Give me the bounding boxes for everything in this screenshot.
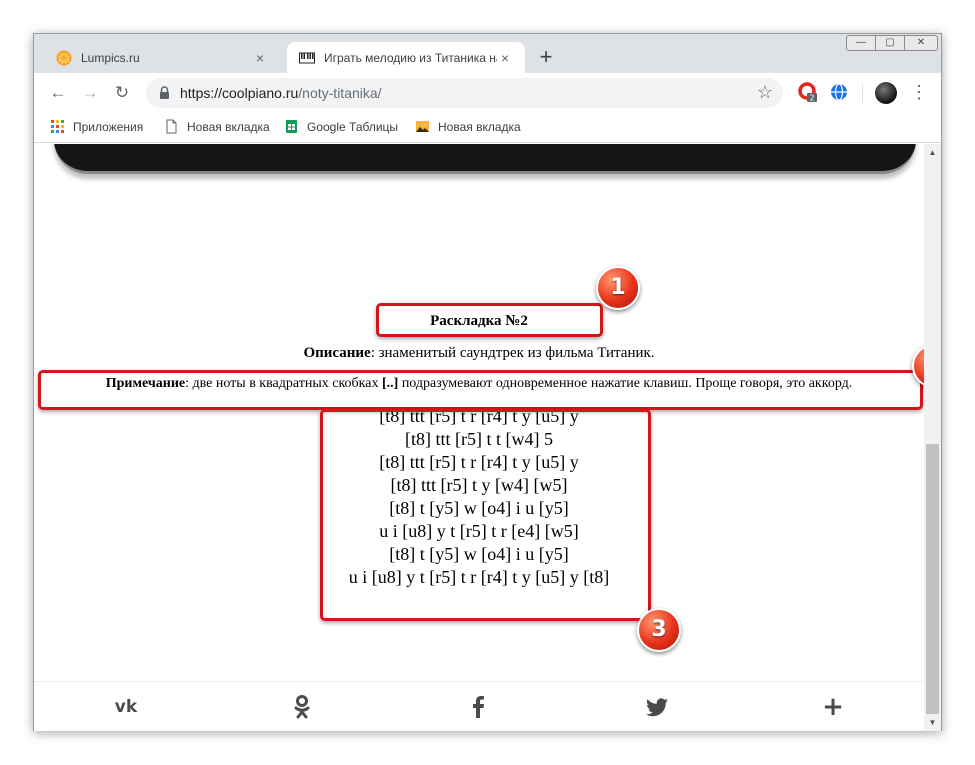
- sheets-icon: [286, 120, 297, 133]
- description-text: : знаменитый саундтрек из фильма Титаник…: [370, 345, 655, 361]
- scroll-up-arrow[interactable]: ▲: [924, 144, 941, 161]
- piano-icon: [299, 52, 315, 63]
- vk-icon[interactable]: vk: [111, 692, 141, 722]
- page-viewport: Раскладка №2 Описание: знаменитый саундт…: [34, 144, 924, 731]
- highlight-box-title: [376, 303, 603, 337]
- bookmark-google-sheets[interactable]: Google Таблицы: [284, 119, 398, 134]
- menu-icon[interactable]: ⋮: [909, 81, 929, 103]
- tab-label: Lumpics.ru: [81, 50, 140, 65]
- vertical-scrollbar[interactable]: ▲ ▼: [924, 144, 941, 731]
- lock-icon: [160, 86, 169, 99]
- tab-lumpics[interactable]: Lumpics.ru ×: [44, 42, 280, 73]
- new-tab-button[interactable]: +: [534, 46, 558, 70]
- profile-avatar[interactable]: [875, 82, 897, 104]
- maximize-button[interactable]: ▢: [875, 35, 905, 51]
- address-bar[interactable]: https://coolpiano.ru/noty-titanika/ ☆: [146, 78, 783, 108]
- bookmark-label: Новая вкладка: [187, 119, 270, 134]
- description: Описание: знаменитый саундтрек из фильма…: [34, 344, 924, 362]
- url-host: https://coolpiano.ru: [180, 85, 299, 101]
- tab-label: Играть мелодию из Титаника на: [324, 50, 497, 65]
- scroll-thumb[interactable]: [926, 444, 939, 714]
- forward-button[interactable]: →: [80, 83, 100, 103]
- scroll-down-arrow[interactable]: ▼: [924, 714, 941, 731]
- browser-window: Lumpics.ru × Играть мелодию из Титаника …: [33, 33, 942, 731]
- step-badge-3: 3: [637, 608, 681, 652]
- toolbar-separator: [862, 84, 863, 102]
- facebook-icon[interactable]: [463, 692, 493, 722]
- toolbar: ← → ↻ https://coolpiano.ru/noty-titanika…: [34, 73, 941, 113]
- step-badge-1: 1: [596, 266, 640, 310]
- orange-slice-icon: [56, 50, 72, 65]
- bookmark-new-tab-2[interactable]: Новая вкладка: [415, 119, 521, 134]
- image-icon: [416, 121, 429, 132]
- apps-grid-icon: [51, 120, 64, 133]
- bookmark-label: Новая вкладка: [438, 119, 521, 134]
- minimize-button[interactable]: —: [846, 35, 876, 51]
- description-label: Описание: [303, 345, 371, 361]
- highlight-box-notes: [320, 409, 651, 621]
- bookmark-label: Приложения: [73, 119, 144, 134]
- reload-button[interactable]: ↻: [112, 83, 132, 103]
- opera-extension-icon[interactable]: 2: [798, 82, 818, 102]
- close-window-button[interactable]: ✕: [904, 35, 938, 51]
- odnoklassniki-icon[interactable]: [287, 692, 317, 722]
- tab-strip: Lumpics.ru × Играть мелодию из Титаника …: [34, 34, 941, 73]
- bookmarks-bar: Приложения Новая вкладка Google Таблицы …: [34, 113, 941, 143]
- bookmark-label: Google Таблицы: [307, 119, 399, 134]
- piano-keyboard-image: [54, 144, 916, 174]
- back-button[interactable]: ←: [48, 83, 68, 103]
- more-share-button[interactable]: +: [818, 692, 848, 722]
- bookmark-star-icon[interactable]: ☆: [757, 82, 773, 103]
- page-icon: [166, 119, 177, 134]
- bookmark-apps[interactable]: Приложения: [50, 119, 143, 134]
- share-bar: vk +: [34, 681, 924, 731]
- close-tab-icon[interactable]: ×: [497, 50, 513, 66]
- extension-badge: 2: [809, 94, 814, 103]
- url-text: https://coolpiano.ru/noty-titanika/: [180, 85, 382, 101]
- bookmark-new-tab[interactable]: Новая вкладка: [164, 119, 270, 134]
- highlight-box-note: [38, 370, 923, 410]
- globe-extension-icon[interactable]: [829, 82, 849, 102]
- url-path: /noty-titanika/: [298, 85, 382, 101]
- tab-titanic[interactable]: Играть мелодию из Титаника на ×: [287, 42, 525, 73]
- close-tab-icon[interactable]: ×: [252, 50, 268, 66]
- twitter-icon[interactable]: [642, 692, 672, 722]
